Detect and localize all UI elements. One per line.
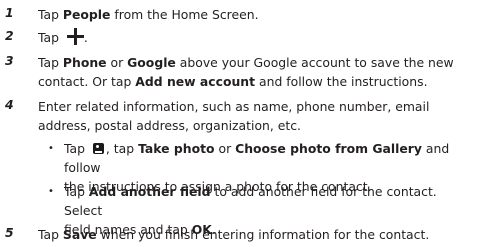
step-text: Tap . xyxy=(38,28,477,47)
step-number: 1 xyxy=(5,5,14,20)
step-text: Tap People from the Home Screen. xyxy=(38,5,477,24)
add-new-account-label: Add new account xyxy=(135,74,256,89)
photo-icon xyxy=(92,143,104,154)
step-number: 5 xyxy=(5,225,14,240)
step-line: address, postal address, organization, e… xyxy=(38,118,301,133)
step-text-part: when you finish entering information for… xyxy=(96,227,430,242)
step-text-part: Tap xyxy=(38,55,63,70)
bullet-marker: • xyxy=(48,143,54,154)
step-text: Enter related information, such as name,… xyxy=(38,97,477,135)
bullet-line: Tap , tap Take photo or Choose photo fro… xyxy=(64,139,476,177)
bullet-text-part: Tap xyxy=(64,184,89,199)
step-text-part: Tap xyxy=(38,7,63,22)
google-label: Google xyxy=(127,55,176,70)
choose-photo-label: Choose photo from Gallery xyxy=(235,141,422,156)
step-text-part: above your Google account to save the ne… xyxy=(175,55,454,70)
step-line: Enter related information, such as name,… xyxy=(38,99,430,114)
bullet-marker: • xyxy=(48,186,54,197)
step-line: Tap Phone or Google above your Google ac… xyxy=(38,53,477,72)
step-text-part: . xyxy=(83,30,88,45)
step-number: 4 xyxy=(5,97,14,112)
plus-icon xyxy=(66,28,84,45)
step-text-part: and follow the instructions. xyxy=(255,74,428,89)
step-text-part: from the Home Screen. xyxy=(110,7,259,22)
step-number: 2 xyxy=(5,28,14,43)
step-text-part: Tap xyxy=(38,227,63,242)
step-text-part: Tap xyxy=(38,30,63,45)
step-text-part: or xyxy=(106,55,128,70)
bullet-text-part: Tap xyxy=(64,141,89,156)
step-number: 3 xyxy=(5,53,14,68)
add-another-field-label: Add another field xyxy=(88,184,211,199)
step-text: Tap Save when you finish entering inform… xyxy=(38,225,477,244)
phone-label: Phone xyxy=(62,55,107,70)
bullet-line: Tap Add another field to add another fie… xyxy=(64,182,476,220)
step-text: Tap Phone or Google above your Google ac… xyxy=(38,53,477,91)
step-line: contact. Or tap Add new account and foll… xyxy=(38,72,477,91)
people-label: People xyxy=(62,7,111,22)
step-text-part: contact. Or tap xyxy=(38,74,136,89)
save-label: Save xyxy=(62,227,97,242)
take-photo-label: Take photo xyxy=(138,141,215,156)
bullet-text-part: or xyxy=(214,141,236,156)
bullet-text-part: , tap xyxy=(105,141,139,156)
instructions-page: 1 Tap People from the Home Screen. 2 Tap… xyxy=(0,0,481,247)
